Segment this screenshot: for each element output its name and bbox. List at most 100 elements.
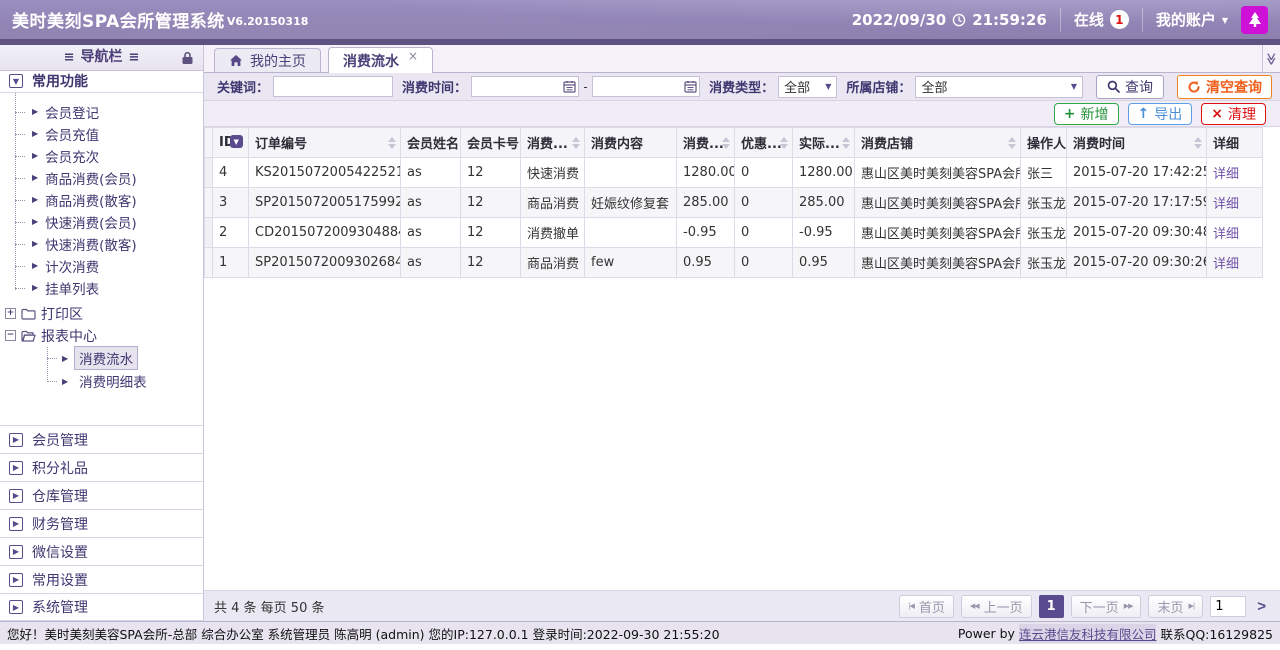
calendar-icon[interactable] bbox=[684, 80, 697, 93]
sidebar-section[interactable]: ▶ 仓库管理 bbox=[0, 481, 203, 509]
cell-actual-amount: 285.00 bbox=[793, 188, 855, 218]
column-header-label: 操作人 bbox=[1027, 137, 1066, 152]
cell-order-no: CD2015072009304884 bbox=[249, 218, 401, 248]
tree-arrow-icon: ▶ bbox=[32, 107, 38, 116]
tabs-overflow-button[interactable]: ≫ bbox=[1262, 45, 1280, 72]
prev-page-button[interactable]: ◀◀ 上一页 bbox=[961, 595, 1032, 618]
detail-link[interactable]: 详细 bbox=[1213, 257, 1239, 272]
column-header[interactable]: 消费...▼ bbox=[521, 128, 585, 158]
column-header[interactable]: 订单编号▼ bbox=[249, 128, 401, 158]
current-time: 21:59:26 bbox=[972, 11, 1047, 29]
column-header[interactable]: 消费时间▼ bbox=[1067, 128, 1207, 158]
column-header[interactable]: 优惠...▼ bbox=[735, 128, 793, 158]
time-to-input[interactable] bbox=[595, 80, 684, 94]
cell-id: 1 bbox=[213, 248, 249, 278]
type-select[interactable]: 全部 ▼ bbox=[778, 76, 837, 98]
detail-link[interactable]: 详细 bbox=[1213, 197, 1239, 212]
add-button[interactable]: + 新增 bbox=[1054, 103, 1119, 125]
sidebar-node-report[interactable]: − 报表中心 bbox=[0, 325, 203, 347]
collapse-minus-icon[interactable]: − bbox=[5, 330, 16, 341]
lock-icon[interactable] bbox=[181, 51, 194, 65]
column-header[interactable]: 操作人▼ bbox=[1021, 128, 1067, 158]
sidebar-item-label: 商品消费(散客) bbox=[45, 190, 137, 210]
sidebar-item[interactable]: ▶ 商品消费(会员) bbox=[0, 167, 203, 189]
sidebar-item[interactable]: ▶ 会员充值 bbox=[0, 123, 203, 145]
sidebar-node-print[interactable]: + 打印区 bbox=[0, 303, 203, 325]
table-row[interactable]: 1 SP2015072009302684 as 12 商品消费 few 0.95… bbox=[205, 248, 1263, 278]
column-header[interactable]: 消费店铺▼ bbox=[855, 128, 1021, 158]
sidebar-section[interactable]: ▶ 会员管理 bbox=[0, 425, 203, 453]
column-header[interactable]: 会员姓名▼ bbox=[401, 128, 461, 158]
next-page-button[interactable]: 下一页 ▶▶ bbox=[1071, 595, 1142, 618]
cell-card-no: 12 bbox=[461, 248, 521, 278]
sidebar-item[interactable]: ▶ 消费流水 bbox=[38, 347, 203, 370]
last-page-button[interactable]: 末页 ▶| bbox=[1148, 595, 1203, 618]
current-page-indicator[interactable]: 1 bbox=[1039, 595, 1064, 618]
time-to-field[interactable] bbox=[592, 76, 700, 97]
clear-search-label: 清空查询 bbox=[1206, 77, 1262, 97]
tree-arrow-icon: ▶ bbox=[32, 261, 38, 270]
goto-page-input[interactable] bbox=[1210, 596, 1246, 617]
sidebar-section[interactable]: ▶ 常用设置 bbox=[0, 565, 203, 593]
column-header[interactable]: 消费内容▼ bbox=[585, 128, 677, 158]
sidebar-group-common[interactable]: ▼ 常用功能 bbox=[0, 71, 203, 93]
sidebar-section[interactable]: ▶ 系统管理 bbox=[0, 593, 203, 621]
sidebar-node-label: 报表中心 bbox=[41, 326, 97, 346]
account-menu[interactable]: 我的账户 ▼ bbox=[1156, 9, 1228, 30]
sort-carets-icon bbox=[780, 137, 788, 149]
tab-consume-flow[interactable]: 消费流水 × bbox=[328, 47, 433, 73]
online-count-badge: 1 bbox=[1110, 10, 1129, 29]
expand-plus-icon[interactable]: + bbox=[5, 308, 16, 319]
detail-link[interactable]: 详细 bbox=[1213, 227, 1239, 242]
last-page-icon: ▶| bbox=[1188, 602, 1194, 610]
search-button-label: 查询 bbox=[1125, 77, 1153, 97]
table-row[interactable]: 4 KS2015072005422521 as 12 快速消费 1280.00 … bbox=[205, 158, 1263, 188]
sidebar-item[interactable]: ▶ 快速消费(散客) bbox=[0, 233, 203, 255]
sidebar-section[interactable]: ▶ 财务管理 bbox=[0, 509, 203, 537]
cell-consume-content bbox=[585, 218, 677, 248]
time-from-field[interactable] bbox=[471, 76, 579, 97]
cell-consume-amount: 1280.00 bbox=[677, 158, 735, 188]
sidebar-section[interactable]: ▶ 积分礼品 bbox=[0, 453, 203, 481]
store-select[interactable]: 全部 ▼ bbox=[915, 76, 1083, 98]
time-from-input[interactable] bbox=[474, 80, 563, 94]
sidebar-item[interactable]: ▶ 快速消费(会员) bbox=[0, 211, 203, 233]
column-header[interactable]: 详细▼ bbox=[1207, 128, 1263, 158]
detail-link[interactable]: 详细 bbox=[1213, 167, 1239, 182]
table-row[interactable]: 3 SP2015072005175992 as 12 商品消费 妊娠纹修复套 2… bbox=[205, 188, 1263, 218]
sidebar-item[interactable]: ▶ 消费明细表 bbox=[38, 370, 203, 393]
sidebar-item[interactable]: ▶ 会员充次 bbox=[0, 145, 203, 167]
first-page-button[interactable]: |◀ 首页 bbox=[899, 595, 954, 618]
keyword-input[interactable] bbox=[273, 76, 393, 97]
next-page-icon: ▶▶ bbox=[1124, 602, 1133, 610]
tab-home[interactable]: 我的主页 bbox=[214, 48, 321, 72]
column-header[interactable]: ID▼ bbox=[213, 128, 249, 158]
clean-button[interactable]: × 清理 bbox=[1201, 103, 1266, 125]
company-link[interactable]: 连云港信友科技有限公司 bbox=[1019, 624, 1157, 643]
calendar-icon[interactable] bbox=[563, 80, 576, 93]
column-header[interactable]: 会员卡号▼ bbox=[461, 128, 521, 158]
column-header[interactable]: 消费...▼ bbox=[677, 128, 735, 158]
sidebar-item[interactable]: ▶ 挂单列表 bbox=[0, 277, 203, 299]
table-row[interactable]: 2 CD2015072009304884 as 12 消费撤单 -0.95 0 … bbox=[205, 218, 1263, 248]
clear-search-button[interactable]: 清空查询 bbox=[1177, 75, 1272, 99]
cell-actual-amount: -0.95 bbox=[793, 218, 855, 248]
status-bar: 您好！美时美刻美容SPA会所-总部 综合办公室 系统管理员 陈高明 (admin… bbox=[0, 621, 1280, 644]
sidebar-item[interactable]: ▶ 商品消费(散客) bbox=[0, 189, 203, 211]
goto-page-button[interactable]: > bbox=[1253, 598, 1270, 615]
sidebar-item[interactable]: ▶ 会员登记 bbox=[0, 101, 203, 123]
export-button[interactable]: ↑ 导出 bbox=[1128, 103, 1193, 125]
theme-button[interactable] bbox=[1241, 6, 1268, 34]
sidebar-item[interactable]: ▶ 计次消费 bbox=[0, 255, 203, 277]
column-header-label: 会员卡号 bbox=[467, 137, 519, 152]
chevron-double-down-icon: ≫ bbox=[1265, 52, 1279, 65]
close-icon[interactable]: × bbox=[408, 49, 418, 63]
app-title: 美时美刻SPA会所管理系统 bbox=[12, 7, 225, 32]
cell-consume-content bbox=[585, 158, 677, 188]
column-header[interactable]: 实际...▼ bbox=[793, 128, 855, 158]
sidebar-section[interactable]: ▶ 微信设置 bbox=[0, 537, 203, 565]
time-label: 消费时间： bbox=[402, 77, 467, 96]
chevron-down-icon: ▼ bbox=[825, 82, 831, 91]
search-button[interactable]: 查询 bbox=[1096, 75, 1164, 99]
sidebar-item-label: 挂单列表 bbox=[45, 278, 99, 298]
